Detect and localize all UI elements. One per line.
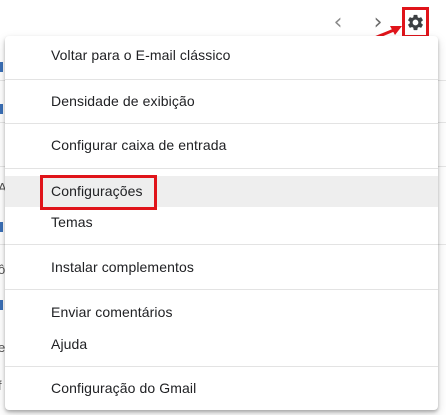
annotation-highlight-box [40, 175, 157, 210]
menu-item-help[interactable]: Ajuda [5, 328, 438, 360]
menu-divider [5, 289, 438, 290]
menu-item-configure-inbox[interactable]: Configurar caixa de entrada [5, 124, 438, 168]
menu-divider [5, 168, 438, 169]
background-edge-char: f [0, 378, 2, 393]
background-row-marker [0, 300, 3, 310]
background-row-marker [0, 62, 3, 72]
background-row-marker [0, 222, 3, 232]
gear-icon [408, 14, 423, 31]
menu-item-install-addons[interactable]: Instalar complementos [5, 245, 438, 289]
menu-item-send-feedback[interactable]: Enviar comentários [5, 296, 438, 328]
chevron-left-icon[interactable]: ‹ [328, 10, 348, 36]
settings-button[interactable] [402, 7, 429, 38]
menu-item-classic-email[interactable]: Voltar para o E-mail clássico [5, 36, 438, 79]
menu-item-gmail-setup[interactable]: Configuração do Gmail [5, 367, 438, 410]
menu-item-display-density[interactable]: Densidade de exibição [5, 80, 438, 123]
menu-item-themes[interactable]: Temas [5, 207, 438, 238]
background-row-marker [0, 104, 3, 114]
settings-dropdown-menu: Voltar para o E-mail clássico Densidade … [5, 36, 438, 410]
